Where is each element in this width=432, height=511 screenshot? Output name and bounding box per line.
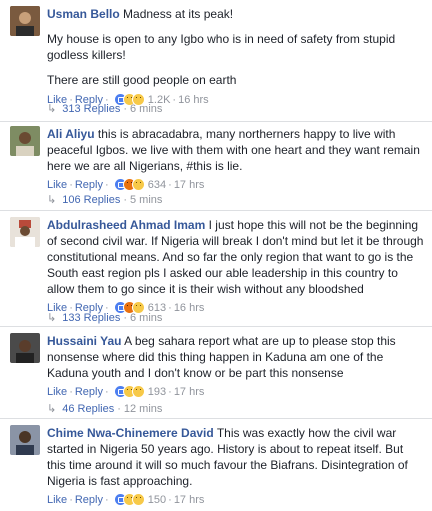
reply-arrow-icon: ↳	[47, 312, 57, 324]
avatar-image	[10, 425, 40, 455]
comment-time[interactable]: 17 hrs	[174, 494, 205, 506]
avatar[interactable]	[10, 425, 40, 455]
avatar[interactable]	[10, 126, 40, 156]
comment-actions: Like · Reply · 193 · 17 hrs	[47, 385, 205, 399]
reactions[interactable]	[113, 493, 145, 507]
replies-link[interactable]: ↳ 133 Replies · 6 mins	[47, 310, 162, 326]
commenter-name[interactable]: Abdulrasheed Ahmad Imam	[47, 218, 205, 232]
comment-paragraph: My house is open to any Igbo who is in n…	[47, 32, 396, 62]
commenter-name[interactable]: Usman Bello	[47, 7, 120, 21]
reply-arrow-icon: ↳	[47, 194, 57, 206]
comment-time[interactable]: 17 hrs	[174, 179, 205, 191]
comment-text: this is abracadabra, many northerners ha…	[47, 127, 420, 173]
comment-paragraph: There are still good people on earth	[47, 73, 237, 87]
comment-time[interactable]: 17 hrs	[174, 386, 205, 398]
divider	[0, 418, 432, 419]
avatar-image	[10, 217, 40, 247]
avatar-image	[10, 126, 40, 156]
comment-text: Madness at its peak!	[123, 7, 234, 21]
reply-link[interactable]: Reply	[75, 179, 103, 191]
reaction-count[interactable]: 634	[148, 179, 166, 191]
comment: Ali Aliyu this is abracadabra, many nort…	[0, 124, 432, 212]
reactions[interactable]	[113, 385, 145, 399]
reply-link[interactable]: Reply	[75, 386, 103, 398]
reaction-count[interactable]: 150	[148, 494, 166, 506]
avatar[interactable]	[10, 333, 40, 363]
comment-time[interactable]: 16 hrs	[178, 94, 209, 106]
replies-time: 5 mins	[129, 194, 163, 206]
reply-arrow-icon: ↳	[47, 103, 57, 115]
divider	[0, 326, 432, 327]
replies-time: 6 mins	[129, 312, 163, 324]
reaction-count[interactable]: 193	[148, 386, 166, 398]
comment: Usman Bello Madness at its peak! My hous…	[0, 0, 432, 124]
commenter-name[interactable]: Chime Nwa-Chinemere David	[47, 426, 214, 440]
reply-link[interactable]: Reply	[75, 494, 103, 506]
avatar-image	[10, 333, 40, 363]
comment: Hussaini Yau A beg sahara report what ar…	[0, 329, 432, 419]
comment: Abdulrasheed Ahmad Imam I just hope this…	[0, 213, 432, 327]
like-link[interactable]: Like	[47, 494, 67, 506]
comment-actions: Like · Reply · 634 · 17 hrs	[47, 178, 205, 192]
commenter-name[interactable]: Hussaini Yau	[47, 334, 121, 348]
comment: Chime Nwa-Chinemere David This was exact…	[0, 421, 432, 506]
sad-icon	[131, 385, 145, 398]
reply-arrow-icon: ↳	[47, 403, 57, 415]
avatar-image	[10, 6, 40, 36]
replies-count[interactable]: 46 Replies	[62, 403, 114, 415]
replies-link[interactable]: ↳ 46 Replies · 12 mins	[47, 401, 162, 417]
like-link[interactable]: Like	[47, 179, 67, 191]
divider	[0, 210, 432, 211]
comment-actions: Like · Reply · 150 · 17 hrs	[47, 493, 205, 507]
comments-feed: Usman Bello Madness at its peak! My hous…	[0, 0, 432, 506]
like-link[interactable]: Like	[47, 386, 67, 398]
replies-time: 6 mins	[129, 103, 163, 115]
replies-count[interactable]: 133 Replies	[62, 312, 120, 324]
replies-time: 12 mins	[123, 403, 163, 415]
avatar[interactable]	[10, 6, 40, 36]
replies-count[interactable]: 106 Replies	[62, 194, 120, 206]
replies-link[interactable]: ↳ 106 Replies · 5 mins	[47, 192, 162, 208]
replies-link[interactable]: ↳ 313 Replies · 6 mins	[47, 101, 162, 117]
comment-time[interactable]: 16 hrs	[174, 302, 205, 314]
reactions[interactable]	[113, 178, 145, 192]
divider	[0, 121, 432, 122]
avatar[interactable]	[10, 217, 40, 247]
replies-count[interactable]: 313 Replies	[62, 103, 120, 115]
wow-icon	[131, 493, 145, 506]
haha-icon	[131, 178, 145, 191]
commenter-name[interactable]: Ali Aliyu	[47, 127, 95, 141]
